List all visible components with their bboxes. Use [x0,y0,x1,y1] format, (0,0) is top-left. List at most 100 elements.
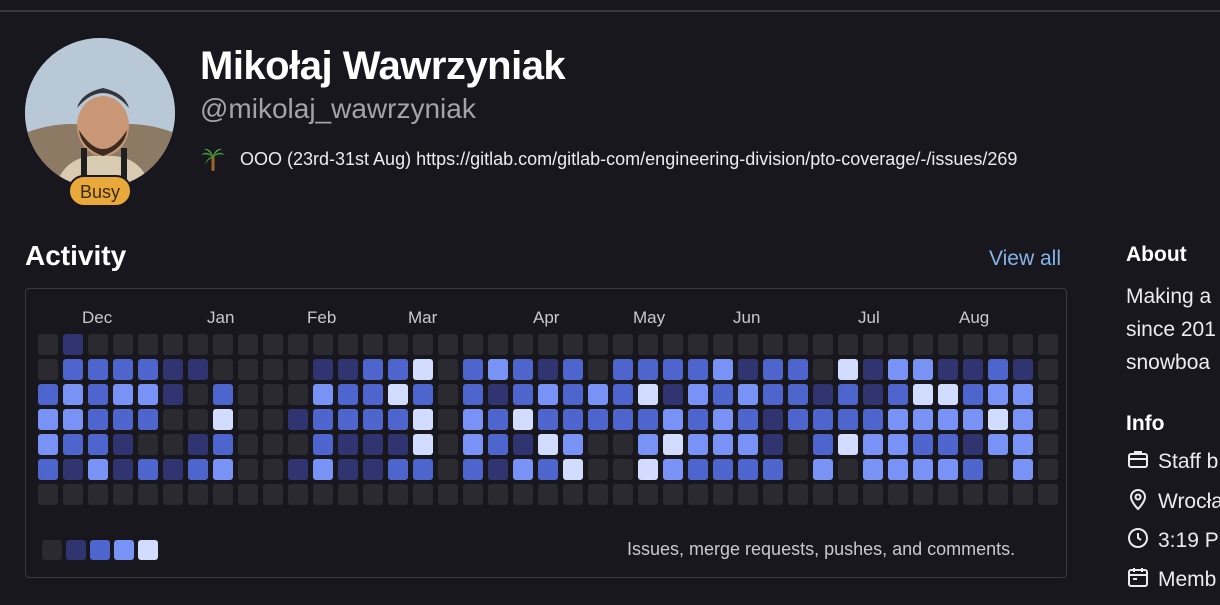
contribution-cell[interactable] [813,359,833,380]
contribution-cell[interactable] [538,434,558,455]
contribution-cell[interactable] [188,434,208,455]
contribution-cell[interactable] [988,434,1008,455]
contribution-cell[interactable] [813,459,833,480]
contribution-cell[interactable] [438,459,458,480]
contribution-cell[interactable] [888,434,908,455]
contribution-cell[interactable] [213,484,233,505]
contribution-cell[interactable] [163,459,183,480]
contribution-cell[interactable] [63,359,83,380]
contribution-cell[interactable] [788,384,808,405]
contribution-cell[interactable] [538,359,558,380]
contribution-cell[interactable] [413,384,433,405]
contribution-cell[interactable] [88,459,108,480]
contribution-cell[interactable] [988,409,1008,430]
contribution-cell[interactable] [738,359,758,380]
contribution-cell[interactable] [463,459,483,480]
contribution-cell[interactable] [138,409,158,430]
contribution-cell[interactable] [488,334,508,355]
contribution-cell[interactable] [1013,384,1033,405]
contribution-cell[interactable] [563,359,583,380]
contribution-cell[interactable] [463,384,483,405]
contribution-cell[interactable] [663,484,683,505]
contribution-cell[interactable] [913,434,933,455]
contribution-cell[interactable] [863,359,883,380]
contribution-cell[interactable] [88,334,108,355]
contribution-cell[interactable] [238,484,258,505]
contribution-cell[interactable] [363,409,383,430]
contribution-cell[interactable] [788,434,808,455]
contribution-cell[interactable] [813,434,833,455]
contribution-cell[interactable] [488,359,508,380]
contribution-cell[interactable] [63,434,83,455]
contribution-cell[interactable] [688,334,708,355]
contribution-cell[interactable] [213,459,233,480]
contribution-cell[interactable] [688,409,708,430]
contribution-cell[interactable] [813,484,833,505]
contribution-cell[interactable] [288,484,308,505]
contribution-cell[interactable] [763,409,783,430]
contribution-cell[interactable] [613,484,633,505]
contribution-cell[interactable] [1013,334,1033,355]
contribution-cell[interactable] [338,409,358,430]
contribution-cell[interactable] [1013,459,1033,480]
contribution-cell[interactable] [988,484,1008,505]
contribution-cell[interactable] [463,484,483,505]
contribution-cell[interactable] [163,434,183,455]
contribution-cell[interactable] [313,359,333,380]
contribution-cell[interactable] [113,484,133,505]
contribution-cell[interactable] [138,459,158,480]
contribution-cell[interactable] [1038,409,1058,430]
contribution-cell[interactable] [838,434,858,455]
contribution-cell[interactable] [863,434,883,455]
contribution-cell[interactable] [388,359,408,380]
contribution-cell[interactable] [763,434,783,455]
contribution-cell[interactable] [913,359,933,380]
contribution-cell[interactable] [538,334,558,355]
contribution-cell[interactable] [938,409,958,430]
contribution-cell[interactable] [363,459,383,480]
contribution-cell[interactable] [88,409,108,430]
contribution-cell[interactable] [738,334,758,355]
contribution-cell[interactable] [1013,484,1033,505]
contribution-cell[interactable] [888,459,908,480]
contribution-cell[interactable] [238,459,258,480]
contribution-cell[interactable] [288,359,308,380]
contribution-cell[interactable] [63,384,83,405]
contribution-cell[interactable] [913,459,933,480]
contribution-cell[interactable] [563,334,583,355]
contribution-cell[interactable] [88,384,108,405]
contribution-cell[interactable] [113,459,133,480]
contribution-cell[interactable] [838,409,858,430]
contribution-cell[interactable] [513,409,533,430]
contribution-cell[interactable] [963,434,983,455]
contribution-cell[interactable] [863,409,883,430]
contribution-cell[interactable] [663,409,683,430]
contribution-cell[interactable] [638,484,658,505]
contribution-cell[interactable] [588,384,608,405]
contribution-cell[interactable] [913,484,933,505]
contribution-cell[interactable] [938,334,958,355]
contribution-cell[interactable] [188,409,208,430]
contribution-cell[interactable] [1038,359,1058,380]
contribution-cell[interactable] [263,409,283,430]
contribution-cell[interactable] [263,434,283,455]
contribution-cell[interactable] [263,384,283,405]
contribution-cell[interactable] [938,359,958,380]
contribution-cell[interactable] [38,434,58,455]
contribution-cell[interactable] [588,334,608,355]
contribution-cell[interactable] [788,359,808,380]
contribution-cell[interactable] [888,409,908,430]
contribution-cell[interactable] [788,459,808,480]
contribution-cell[interactable] [713,434,733,455]
contribution-cell[interactable] [288,384,308,405]
contribution-cell[interactable] [613,384,633,405]
contribution-cell[interactable] [763,384,783,405]
contribution-cell[interactable] [863,334,883,355]
contribution-cell[interactable] [163,484,183,505]
contribution-cell[interactable] [438,434,458,455]
contribution-cell[interactable] [663,459,683,480]
contribution-cell[interactable] [263,359,283,380]
contribution-cell[interactable] [38,484,58,505]
contribution-cell[interactable] [513,384,533,405]
contribution-cell[interactable] [938,434,958,455]
